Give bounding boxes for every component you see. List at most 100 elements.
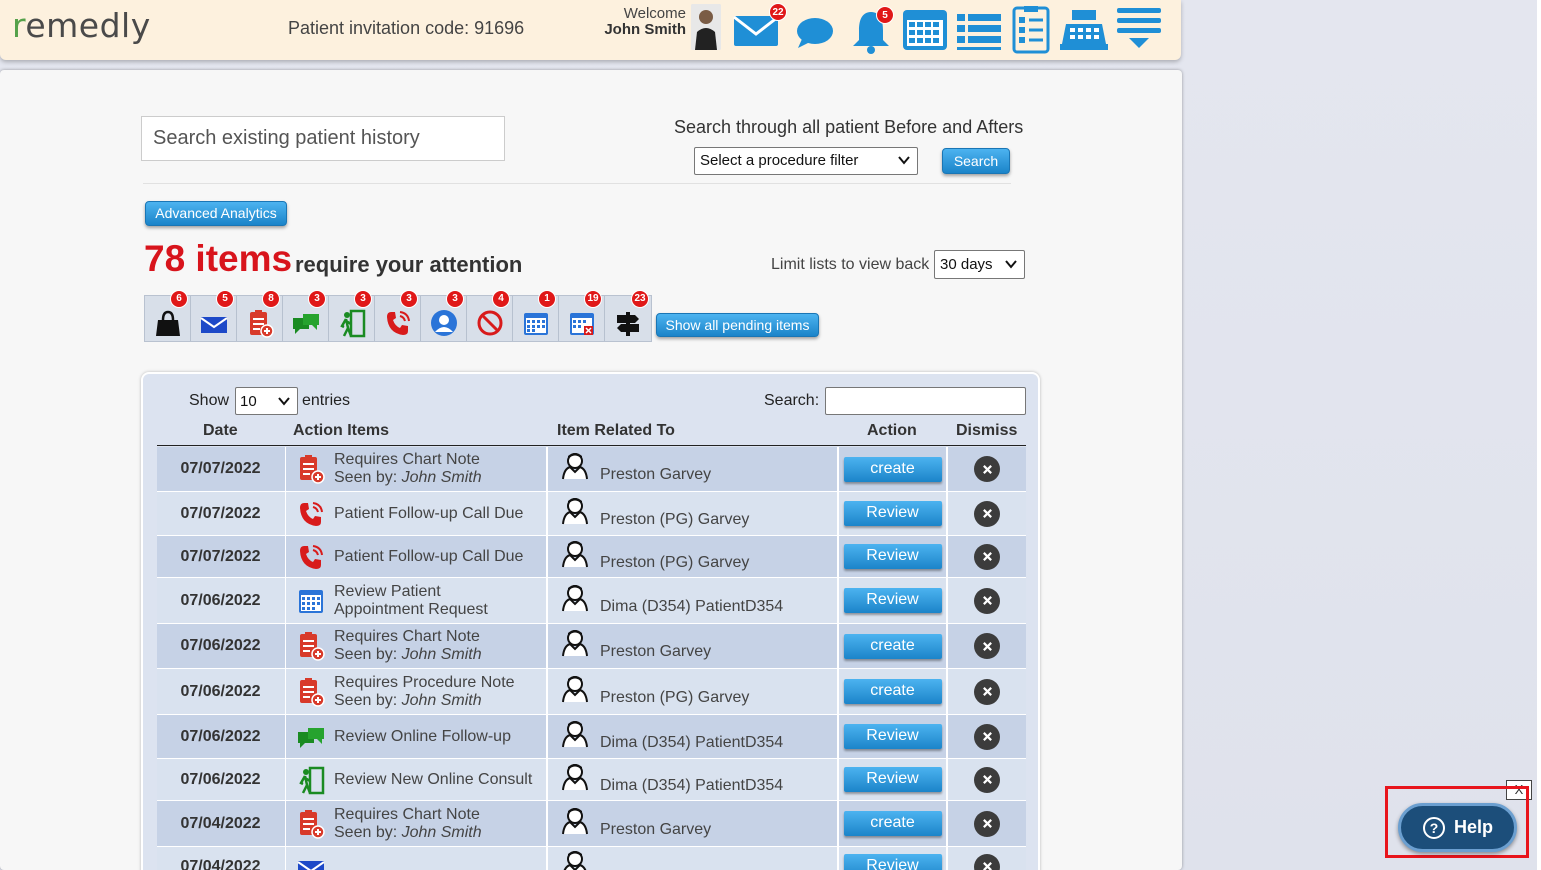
- row-action-button[interactable]: create: [843, 456, 942, 482]
- user-avatar[interactable]: [691, 4, 721, 50]
- row-date: 07/04/2022: [180, 857, 261, 870]
- cancel-icon[interactable]: 4: [467, 290, 513, 341]
- action-item-text: Review New Online Consult: [334, 771, 532, 789]
- row-action-item[interactable]: Review Online Follow-up: [285, 715, 546, 758]
- dismiss-icon[interactable]: [974, 810, 1000, 837]
- row-action-button[interactable]: Review: [843, 854, 942, 870]
- seen-by-name: John Smith: [401, 691, 482, 709]
- user-circle-icon[interactable]: 3: [421, 290, 467, 341]
- row-action-item[interactable]: Patient Follow-up Call Due: [285, 536, 546, 577]
- action-item-text: Patient Follow-up Call Due: [334, 548, 523, 566]
- before-after-label: Search through all patient Before and Af…: [674, 117, 1024, 137]
- column-header-related[interactable]: Item Related To: [557, 422, 675, 440]
- dismiss-icon[interactable]: [974, 678, 1000, 705]
- dismiss-icon[interactable]: [974, 543, 1000, 570]
- shopping-bag-icon[interactable]: 6: [145, 290, 191, 341]
- dismiss-icon[interactable]: [974, 456, 1000, 482]
- row-related-patient[interactable]: Dima (D354) PatientD354: [546, 715, 837, 758]
- row-related-patient[interactable]: Preston Garvey: [546, 447, 837, 491]
- chart-note-icon[interactable]: 8: [237, 290, 283, 341]
- dismiss-icon[interactable]: [974, 853, 1000, 870]
- row-action-button[interactable]: create: [843, 679, 942, 704]
- table-search-input[interactable]: [825, 387, 1026, 415]
- dismiss-icon[interactable]: [974, 723, 1000, 750]
- row-action-button[interactable]: Review: [843, 588, 942, 613]
- row-action-cell: Review: [837, 578, 946, 623]
- patient-name: Dima (D354) PatientD354: [600, 733, 784, 751]
- action-item-title: Review Online Follow-up: [334, 727, 511, 745]
- patient-avatar-icon: [560, 495, 590, 525]
- phone-call-icon[interactable]: 3: [375, 290, 421, 341]
- row-dismiss-cell: [946, 669, 1026, 714]
- action-item-text: Review Patient Appointment Request: [334, 583, 488, 619]
- row-related-patient[interactable]: Preston (PG) Garvey: [546, 492, 837, 535]
- chart-note-icon: [296, 631, 326, 661]
- row-action-button[interactable]: Review: [843, 767, 942, 792]
- walk-in-icon[interactable]: 3: [329, 290, 375, 341]
- mail-icon[interactable]: 22: [730, 3, 787, 54]
- help-button[interactable]: ? Help: [1398, 803, 1517, 852]
- patient-name: Preston Garvey: [600, 820, 712, 838]
- row-action-item[interactable]: Patient Follow-up Call Due: [285, 492, 546, 535]
- bell-badge: 5: [876, 6, 894, 24]
- remedly-logo[interactable]: remedly: [12, 6, 151, 45]
- row-related-patient[interactable]: [546, 847, 837, 870]
- row-related-patient[interactable]: Preston (PG) Garvey: [546, 536, 837, 577]
- patient-name: Preston (PG) Garvey: [600, 553, 750, 571]
- row-action-button[interactable]: create: [843, 811, 942, 836]
- column-header-action[interactable]: Action: [867, 422, 917, 440]
- row-action-item[interactable]: [285, 847, 546, 870]
- calendar-icon[interactable]: [899, 4, 951, 54]
- dismiss-icon[interactable]: [974, 633, 1000, 659]
- menu-icon[interactable]: [1113, 4, 1165, 54]
- patient-avatar-icon: [560, 761, 590, 791]
- table-search-label: Search:: [764, 392, 820, 409]
- limit-days-select[interactable]: 30 days: [934, 250, 1025, 279]
- row-related-patient[interactable]: Dima (D354) PatientD354: [546, 759, 837, 800]
- chat-icon[interactable]: 3: [283, 290, 329, 341]
- strip-badge: 1: [538, 290, 556, 308]
- table-row: 07/04/2022 Requires Chart Note Seen by: Jo…: [157, 801, 1026, 847]
- column-header-action-items[interactable]: Action Items: [293, 422, 389, 440]
- action-item-title: Requires Chart Note: [334, 805, 480, 823]
- seen-by: Seen by: John Smith: [334, 692, 515, 710]
- chat-icon[interactable]: [790, 4, 842, 54]
- checklist-icon[interactable]: [1005, 4, 1057, 54]
- advanced-analytics-button[interactable]: Advanced Analytics: [145, 201, 287, 226]
- row-action-item[interactable]: Requires Procedure Note Seen by: John Smi…: [285, 669, 546, 714]
- cash-register-icon[interactable]: [1058, 4, 1110, 54]
- patient-history-search-input[interactable]: Search existing patient history: [141, 116, 505, 161]
- search-button[interactable]: Search: [942, 148, 1010, 174]
- row-action-button[interactable]: Review: [843, 544, 942, 569]
- row-action-item[interactable]: Review New Online Consult: [285, 759, 546, 800]
- entries-per-page-select[interactable]: 10: [235, 387, 298, 415]
- calendar-icon[interactable]: 1: [513, 290, 559, 341]
- show-all-pending-button[interactable]: Show all pending items: [656, 313, 819, 337]
- row-related-patient[interactable]: Preston (PG) Garvey: [546, 669, 837, 714]
- row-action-item[interactable]: Requires Chart Note Seen by: John Smith: [285, 624, 546, 668]
- row-action-button[interactable]: Review: [843, 501, 942, 526]
- dismiss-icon[interactable]: [974, 500, 1000, 527]
- row-action-item[interactable]: Review Patient Appointment Request: [285, 578, 546, 623]
- row-related-patient[interactable]: Preston Garvey: [546, 624, 837, 668]
- phone-call-icon: [296, 542, 326, 572]
- list-icon[interactable]: [953, 4, 1005, 54]
- column-header-date[interactable]: Date: [203, 422, 238, 440]
- row-related-patient[interactable]: Dima (D354) PatientD354: [546, 578, 837, 623]
- calendar-x-icon[interactable]: 19: [559, 290, 605, 341]
- help-label: Help: [1454, 817, 1494, 837]
- bell-icon[interactable]: 5: [845, 4, 897, 54]
- row-action-cell: Review: [837, 715, 946, 758]
- column-header-dismiss[interactable]: Dismiss: [956, 422, 1017, 440]
- procedure-filter-select[interactable]: Select a procedure filter: [694, 147, 918, 175]
- dismiss-icon[interactable]: [974, 766, 1000, 793]
- row-action-button[interactable]: Review: [843, 724, 942, 749]
- welcome-block: Welcome John Smith: [600, 6, 686, 38]
- mail-icon[interactable]: 5: [191, 290, 237, 341]
- row-action-item[interactable]: Requires Chart Note Seen by: John Smith: [285, 801, 546, 846]
- row-related-patient[interactable]: Preston Garvey: [546, 801, 837, 846]
- row-action-button[interactable]: create: [843, 633, 942, 659]
- row-action-item[interactable]: Requires Chart Note Seen by: John Smith: [285, 447, 546, 491]
- dismiss-icon[interactable]: [974, 587, 1000, 614]
- signpost-icon[interactable]: 23: [605, 290, 651, 341]
